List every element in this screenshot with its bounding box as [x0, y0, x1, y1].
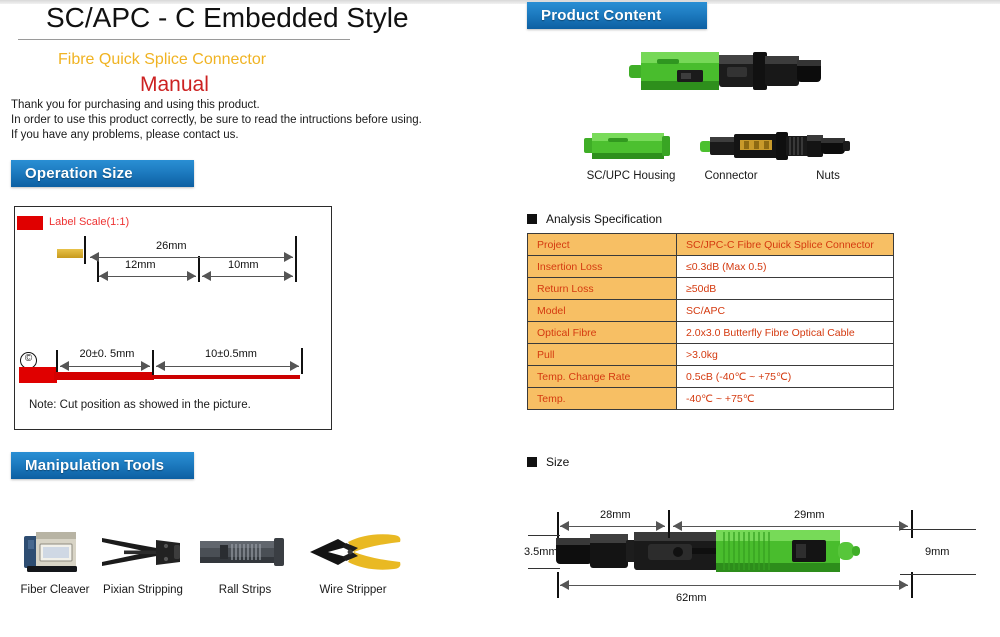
- bare-fibre-run: [152, 375, 300, 379]
- size-dim-arrow-62mm: [560, 580, 908, 591]
- label-scale-text: Label Scale(1:1): [49, 216, 130, 228]
- tool-label: Pixian Stripping: [103, 584, 183, 596]
- pixian-stripping-icon: [88, 522, 198, 582]
- size-ext-total-right: [911, 572, 913, 598]
- size-height-guide-top-left: [528, 535, 560, 537]
- size-dim-arrow-29mm: [673, 521, 908, 532]
- heading-text: Size: [546, 455, 570, 469]
- table-row: Temp. -40℃ ~ +75℃: [527, 387, 894, 410]
- spec-value: >3.0kg: [676, 343, 894, 366]
- spec-key: Pull: [527, 343, 677, 366]
- spec-value: SC/JPC-C Fibre Quick Splice Connector: [676, 233, 894, 256]
- heading-analysis-specification: Analysis Specification: [527, 212, 662, 226]
- table-row: Return Loss ≥50dB: [527, 277, 894, 300]
- spec-key: Temp. Change Rate: [527, 365, 677, 388]
- banner-operation-size: Operation Size: [11, 160, 194, 187]
- size-dim-label-29mm: 29mm: [794, 509, 825, 521]
- dim-label-26mm: 26mm: [156, 240, 187, 252]
- page-title: SC/APC - C Embedded Style: [46, 2, 409, 33]
- spec-key: Optical Fibre: [527, 321, 677, 344]
- cable-jacket-block: [19, 367, 57, 383]
- size-dim-label-9mm: 9mm: [925, 546, 950, 558]
- spec-table-body: Project SC/JPC-C Fibre Quick Splice Conne…: [527, 233, 894, 410]
- part-label-connector: Connector: [704, 170, 758, 182]
- dim-label-10mm-cleave: 10±0.5mm: [205, 348, 257, 360]
- spec-value: ≤0.3dB (Max 0.5): [676, 255, 894, 278]
- ext-line-right: [295, 236, 297, 282]
- dim-label-12mm: 12mm: [125, 259, 156, 271]
- ext-line-left: [84, 236, 86, 264]
- assembled-connector-photo: [627, 40, 837, 107]
- size-ext-total-left: [557, 572, 559, 598]
- size-dim-arrow-28mm: [560, 521, 665, 532]
- spec-value: ≥50dB: [676, 277, 894, 300]
- dim-label-20mm: 20±0. 5mm: [79, 348, 135, 360]
- page-subtitle: Fibre Quick Splice Connector: [58, 51, 267, 68]
- label-scale-swatch: [17, 216, 43, 230]
- spec-value: SC/APC: [676, 299, 894, 322]
- cut-line-left: [56, 350, 58, 372]
- size-dim-label-28mm: 28mm: [600, 509, 631, 521]
- table-row: Temp. Change Rate 0.5cB (-40℃ ~ +75℃): [527, 365, 894, 388]
- size-height-guide-bot-right: [900, 574, 976, 576]
- spec-key: Project: [527, 233, 677, 256]
- cable-jacket-run: [54, 372, 154, 380]
- cut-line-mid: [152, 350, 154, 375]
- size-ext-right: [911, 510, 913, 538]
- dim-label-10mm: 10mm: [228, 259, 259, 271]
- size-dim-label-62mm: 62mm: [676, 592, 707, 604]
- heading-text: Analysis Specification: [546, 212, 663, 226]
- cut-position-note: Note: Cut position as showed in the pict…: [29, 399, 251, 411]
- spec-value: 2.0x3.0 Butterfly Fibre Optical Cable: [676, 321, 894, 344]
- dim-arrow-26mm: [90, 252, 293, 263]
- manual-page: SC/APC - C Embedded Style Fibre Quick Sp…: [0, 0, 1000, 637]
- tool-label: Rall Strips: [218, 584, 272, 596]
- banner-manipulation-tools: Manipulation Tools: [11, 452, 194, 479]
- dim-arrow-12mm: [99, 271, 196, 282]
- table-row: Insertion Loss ≤0.3dB (Max 0.5): [527, 255, 894, 278]
- part-label-sc-upc-housing: SC/UPC Housing: [586, 170, 676, 182]
- bullet-square-icon: [527, 457, 537, 467]
- nuts-part-photo: [805, 130, 853, 167]
- banner-product-content: Product Content: [527, 2, 707, 29]
- part-label-nuts: Nuts: [816, 170, 840, 182]
- table-row: Model SC/APC: [527, 299, 894, 322]
- tool-wire-stripper: Wire Stripper: [298, 522, 408, 596]
- intro-line-3: If you have any problems, please contact…: [11, 129, 239, 141]
- size-height-guide-top-right: [900, 529, 976, 531]
- spec-key: Return Loss: [527, 277, 677, 300]
- rall-strips-icon: [190, 522, 300, 582]
- spec-key: Temp.: [527, 387, 677, 410]
- table-row: Pull >3.0kg: [527, 343, 894, 366]
- bullet-square-icon: [527, 214, 537, 224]
- spec-key: Model: [527, 299, 677, 322]
- table-row: Optical Fibre 2.0x3.0 Butterfly Fibre Opt…: [527, 321, 894, 344]
- tool-pixian-stripping: Pixian Stripping: [88, 522, 198, 596]
- tool-rall-strips: Rall Strips: [190, 522, 300, 596]
- title-divider: [18, 39, 350, 40]
- ferrule-illustration: [57, 249, 83, 258]
- analysis-specification-table: Project SC/JPC-C Fibre Quick Splice Conne…: [527, 233, 894, 410]
- spec-value: 0.5cB (-40℃ ~ +75℃): [676, 365, 894, 388]
- intro-line-2: In order to use this product correctly, …: [11, 114, 422, 126]
- cut-line-right: [301, 348, 303, 374]
- spec-key: Insertion Loss: [527, 255, 677, 278]
- size-dim-label-3.5mm: 3.5mm: [524, 546, 558, 558]
- size-ext-mid: [668, 510, 670, 538]
- size-height-guide-bot-left: [528, 568, 560, 570]
- spec-value: -40℃ ~ +75℃: [676, 387, 894, 410]
- intro-line-1: Thank you for purchasing and using this …: [11, 99, 260, 111]
- size-connector-illustration: [556, 528, 908, 579]
- tool-label: Wire Stripper: [319, 584, 387, 596]
- table-row: Project SC/JPC-C Fibre Quick Splice Conne…: [527, 233, 894, 256]
- dim-arrow-20mm: [60, 361, 150, 372]
- dim-arrow-10mm: [202, 271, 293, 282]
- dim-arrow-10mm-cleave: [156, 361, 299, 372]
- manual-heading: Manual: [140, 73, 209, 96]
- heading-size: Size: [527, 455, 569, 469]
- wire-stripper-icon: [298, 522, 408, 582]
- intro-text: Thank you for purchasing and using this …: [11, 98, 422, 143]
- sc-upc-housing-photo: [584, 130, 680, 167]
